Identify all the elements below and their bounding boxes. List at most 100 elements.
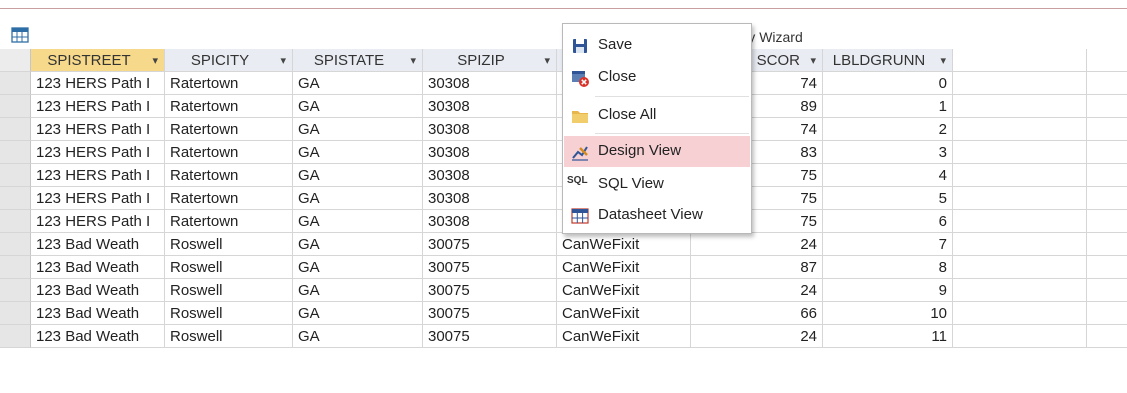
cell-spizip[interactable]: 30308 xyxy=(423,187,557,210)
cell-spicity[interactable]: Roswell xyxy=(165,325,293,348)
select-all-corner[interactable] xyxy=(0,49,31,72)
cell-lbldgrunn[interactable]: 6 xyxy=(823,210,953,233)
cell-lbldgrunn[interactable]: 10 xyxy=(823,302,953,325)
cell-spicity[interactable]: Ratertown xyxy=(165,141,293,164)
cell-lbldgrunn[interactable]: 3 xyxy=(823,141,953,164)
record-selector[interactable] xyxy=(0,210,31,233)
record-selector[interactable] xyxy=(0,164,31,187)
cell-spistate[interactable]: GA xyxy=(293,279,423,302)
cell-spicity[interactable]: Roswell xyxy=(165,256,293,279)
cell-spizip[interactable]: 30075 xyxy=(423,302,557,325)
cell-lbldgrunn[interactable]: 11 xyxy=(823,325,953,348)
record-selector[interactable] xyxy=(0,118,31,141)
cell-spistreet[interactable]: 123 HERS Path I xyxy=(31,72,165,95)
table-row[interactable]: 123 Bad Weath Roswell GA 30075 CanWeFixit 87 8 xyxy=(0,256,1127,279)
table-row[interactable]: 123 Bad Weath Roswell GA 30075 CanWeFixit 24 9 xyxy=(0,279,1127,302)
column-header-lbldgrunn[interactable]: LBLDGRUNN ▾ xyxy=(823,49,953,72)
cell-spizip[interactable]: 30308 xyxy=(423,118,557,141)
cell-score[interactable]: 24 xyxy=(691,279,823,302)
cell-spicity[interactable]: Ratertown xyxy=(165,118,293,141)
cell-spizip[interactable]: 30075 xyxy=(423,256,557,279)
cell-spicity[interactable]: Ratertown xyxy=(165,95,293,118)
sort-filter-icon[interactable]: ▾ xyxy=(940,51,946,71)
record-selector[interactable] xyxy=(0,72,31,95)
cell-lbldgrunn[interactable]: 0 xyxy=(823,72,953,95)
cell-spistate[interactable]: GA xyxy=(293,325,423,348)
cell-spizip[interactable]: 30308 xyxy=(423,95,557,118)
table-row[interactable]: 123 Bad Weath Roswell GA 30075 CanWeFixit 66 1… xyxy=(0,302,1127,325)
cell-spistreet[interactable]: 123 HERS Path I xyxy=(31,118,165,141)
record-selector[interactable] xyxy=(0,279,31,302)
cell-spistate[interactable]: GA xyxy=(293,95,423,118)
cell-spizip[interactable]: 30075 xyxy=(423,279,557,302)
cell-lbldgrunn[interactable]: 8 xyxy=(823,256,953,279)
cell-spistate[interactable]: GA xyxy=(293,233,423,256)
cell-spistate[interactable]: GA xyxy=(293,302,423,325)
record-selector[interactable] xyxy=(0,141,31,164)
cell-spistreet[interactable]: 123 HERS Path I xyxy=(31,95,165,118)
cell-score[interactable]: 24 xyxy=(691,233,823,256)
menu-item-sql-view[interactable]: SQL SQL View xyxy=(564,169,750,200)
cell-spizip[interactable]: 30308 xyxy=(423,141,557,164)
cell-score[interactable]: 24 xyxy=(691,325,823,348)
cell-company[interactable]: CanWeFixit xyxy=(557,302,691,325)
cell-spizip[interactable]: 30308 xyxy=(423,72,557,95)
cell-spicity[interactable]: Ratertown xyxy=(165,210,293,233)
cell-spistate[interactable]: GA xyxy=(293,210,423,233)
sort-filter-icon[interactable]: ▾ xyxy=(410,51,416,71)
query-object-icon[interactable] xyxy=(10,25,30,45)
record-selector[interactable] xyxy=(0,325,31,348)
menu-item-design-view[interactable]: Design View xyxy=(564,136,750,167)
record-selector[interactable] xyxy=(0,187,31,210)
record-selector[interactable] xyxy=(0,95,31,118)
cell-spistate[interactable]: GA xyxy=(293,72,423,95)
column-header-spizip[interactable]: SPIZIP ▾ xyxy=(423,49,557,72)
cell-spizip[interactable]: 30308 xyxy=(423,164,557,187)
menu-item-close[interactable]: Close xyxy=(564,62,750,93)
column-header-spistate[interactable]: SPISTATE ▾ xyxy=(293,49,423,72)
cell-company[interactable]: CanWeFixit xyxy=(557,256,691,279)
record-selector[interactable] xyxy=(0,233,31,256)
cell-spicity[interactable]: Ratertown xyxy=(165,187,293,210)
table-row[interactable]: 123 Bad Weath Roswell GA 30075 CanWeFixit 24 7 xyxy=(0,233,1127,256)
record-selector[interactable] xyxy=(0,256,31,279)
cell-lbldgrunn[interactable]: 9 xyxy=(823,279,953,302)
sort-filter-icon[interactable]: ▾ xyxy=(152,51,158,71)
cell-spistreet[interactable]: 123 Bad Weath xyxy=(31,233,165,256)
cell-company[interactable]: CanWeFixit xyxy=(557,325,691,348)
cell-spizip[interactable]: 30075 xyxy=(423,233,557,256)
cell-spistreet[interactable]: 123 HERS Path I xyxy=(31,210,165,233)
cell-company[interactable]: CanWeFixit xyxy=(557,279,691,302)
cell-lbldgrunn[interactable]: 1 xyxy=(823,95,953,118)
cell-spicity[interactable]: Ratertown xyxy=(165,72,293,95)
cell-spistreet[interactable]: 123 Bad Weath xyxy=(31,325,165,348)
cell-spistate[interactable]: GA xyxy=(293,256,423,279)
cell-lbldgrunn[interactable]: 7 xyxy=(823,233,953,256)
column-header-spicity[interactable]: SPICITY ▾ xyxy=(165,49,293,72)
cell-spicity[interactable]: Roswell xyxy=(165,279,293,302)
cell-spistreet[interactable]: 123 HERS Path I xyxy=(31,141,165,164)
cell-spistreet[interactable]: 123 Bad Weath xyxy=(31,302,165,325)
cell-spizip[interactable]: 30075 xyxy=(423,325,557,348)
table-row[interactable]: 123 Bad Weath Roswell GA 30075 CanWeFixit 24 1… xyxy=(0,325,1127,348)
cell-company[interactable]: CanWeFixit xyxy=(557,233,691,256)
cell-spistate[interactable]: GA xyxy=(293,141,423,164)
menu-item-save[interactable]: Save xyxy=(564,30,750,61)
cell-spistate[interactable]: GA xyxy=(293,187,423,210)
sort-filter-icon[interactable]: ▾ xyxy=(810,51,816,71)
cell-spicity[interactable]: Roswell xyxy=(165,233,293,256)
sort-filter-icon[interactable]: ▾ xyxy=(280,51,286,71)
cell-lbldgrunn[interactable]: 5 xyxy=(823,187,953,210)
menu-item-close-all[interactable]: Close All xyxy=(564,100,750,131)
cell-spistreet[interactable]: 123 HERS Path I xyxy=(31,164,165,187)
cell-spistate[interactable]: GA xyxy=(293,118,423,141)
cell-spistate[interactable]: GA xyxy=(293,164,423,187)
cell-lbldgrunn[interactable]: 4 xyxy=(823,164,953,187)
column-header-spistreet[interactable]: SPISTREET ▾ xyxy=(31,49,165,72)
cell-spistreet[interactable]: 123 HERS Path I xyxy=(31,187,165,210)
cell-score[interactable]: 87 xyxy=(691,256,823,279)
cell-spistreet[interactable]: 123 Bad Weath xyxy=(31,279,165,302)
menu-item-datasheet-view[interactable]: Datasheet View xyxy=(564,200,750,231)
cell-lbldgrunn[interactable]: 2 xyxy=(823,118,953,141)
cell-spicity[interactable]: Roswell xyxy=(165,302,293,325)
